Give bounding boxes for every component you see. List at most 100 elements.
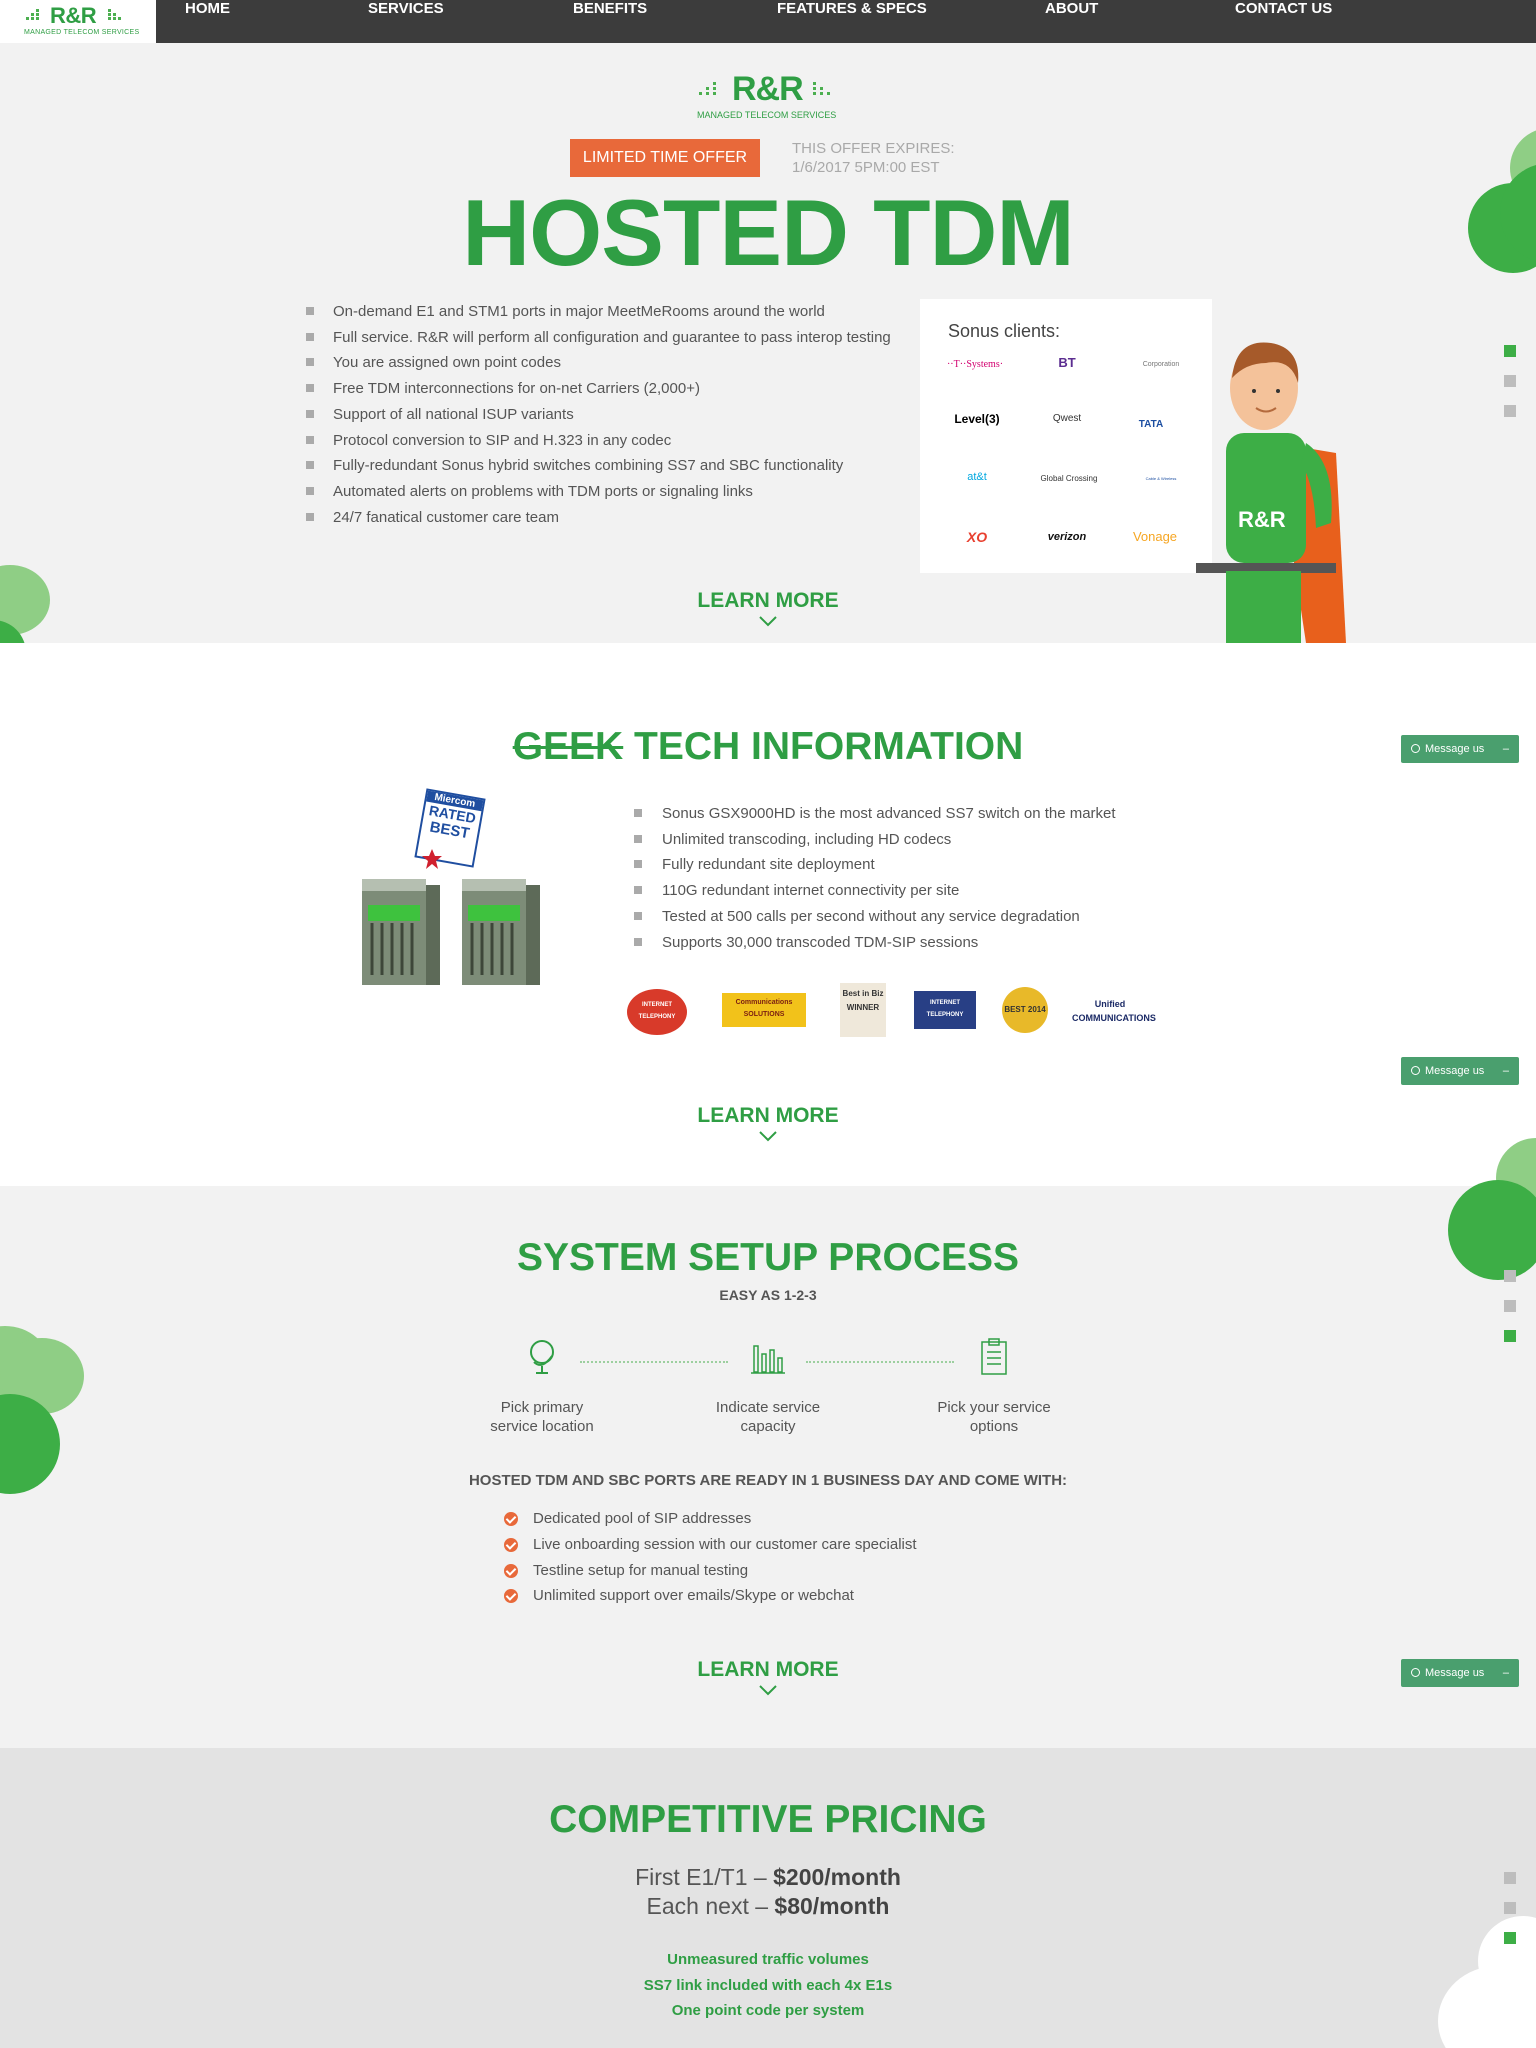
award-badge: INTERNET TELEPHONY bbox=[914, 991, 976, 1029]
hero-feature-list: On-demand E1 and STM1 ports in major Mee… bbox=[306, 299, 926, 530]
section-nav-dot[interactable] bbox=[1504, 1270, 1516, 1282]
limited-time-offer-button[interactable]: LIMITED TIME OFFER bbox=[570, 139, 760, 177]
section-nav-dot[interactable] bbox=[1504, 1902, 1516, 1914]
offer-expiry-label: THIS OFFER EXPIRES: bbox=[792, 140, 955, 157]
price-value: $80/month bbox=[774, 1893, 890, 1919]
list-item: Fully-redundant Sonus hybrid switches co… bbox=[306, 453, 926, 479]
list-item: Dedicated pool of SIP addresses bbox=[504, 1506, 917, 1532]
qwest-logo: Qwest bbox=[1052, 413, 1082, 424]
minimize-icon[interactable]: – bbox=[1503, 1659, 1509, 1687]
list-item: Support of all national ISUP variants bbox=[306, 402, 926, 428]
nav-features-specs[interactable]: FEATURES & SPECS bbox=[777, 0, 927, 43]
level3-logo: Level(3) bbox=[954, 412, 1000, 426]
list-item: Full service. R&R will perform all confi… bbox=[306, 325, 926, 351]
list-item: Protocol conversion to SIP and H.323 in … bbox=[306, 428, 926, 454]
tech-info-section: GEEK TECH INFORMATION Miercom RATED BEST bbox=[0, 643, 1536, 1186]
list-item: Unlimited transcoding, including HD code… bbox=[634, 827, 1194, 853]
att-logo: at&t bbox=[967, 471, 987, 483]
nav-logo-subtitle: MANAGED TELECOM SERVICES bbox=[24, 29, 140, 36]
list-item-label: Testline setup for manual testing bbox=[533, 1561, 749, 1579]
section-nav-dot[interactable] bbox=[1504, 1300, 1516, 1312]
list-item: Sonus GSX9000HD is the most advanced SS7… bbox=[634, 801, 1194, 827]
check-icon bbox=[504, 1537, 518, 1552]
price-line-first: First E1/T1 – $200/month bbox=[0, 1863, 1536, 1892]
vonage-logo: Vonage bbox=[1132, 529, 1178, 544]
award-badge: Communications SOLUTIONS bbox=[722, 993, 806, 1027]
list-item-label: Live onboarding session with our custome… bbox=[533, 1535, 917, 1553]
check-icon bbox=[504, 1563, 518, 1578]
message-us-widget[interactable]: Message us – bbox=[1401, 735, 1519, 763]
list-item: Live onboarding session with our custome… bbox=[504, 1532, 917, 1558]
award-badge: BEST 2014 bbox=[1002, 987, 1048, 1033]
list-item-label: Unlimited support over emails/Skype or w… bbox=[533, 1587, 854, 1605]
list-item: 24/7 fanatical customer care team bbox=[306, 505, 926, 531]
price-line-next: Each next – $80/month bbox=[0, 1892, 1536, 1921]
step-label-line: Pick primary bbox=[500, 1399, 584, 1416]
list-item: 110G redundant internet connectivity per… bbox=[634, 878, 1194, 904]
minimize-icon[interactable]: – bbox=[1503, 735, 1509, 763]
section-nav-dot[interactable] bbox=[1504, 375, 1516, 387]
chevron-down-icon bbox=[759, 1131, 777, 1142]
tata-logo: TATA bbox=[1138, 419, 1164, 430]
chevron-down-icon bbox=[759, 1685, 777, 1696]
bt-logo: BT bbox=[1058, 355, 1076, 370]
top-nav: R&R MANAGED TELECOM SERVICES HOME SERVIC… bbox=[0, 0, 1536, 43]
ready-heading: HOSTED TDM AND SBC PORTS ARE READY IN 1 … bbox=[468, 1472, 1068, 1489]
tech-feature-list: Sonus GSX9000HD is the most advanced SS7… bbox=[634, 801, 1194, 955]
corporation-logo: Corporation bbox=[1142, 361, 1180, 368]
pricing-feature: One point code per system bbox=[671, 2002, 865, 2019]
award-badge: INTERNET TELEPHONY bbox=[627, 989, 687, 1035]
logo-dots-left bbox=[26, 9, 46, 23]
check-icon bbox=[504, 1512, 518, 1526]
nav-contact-us[interactable]: CONTACT US bbox=[1235, 0, 1332, 43]
page-title: HOSTED TDM bbox=[462, 180, 1074, 285]
offer-expiry-date: 1/6/2017 5PM:00 EST bbox=[792, 159, 940, 176]
setup-learn-more[interactable]: LEARN MORE bbox=[0, 1658, 1536, 1696]
step-1-label: Pick primary service location bbox=[452, 1398, 632, 1436]
list-item: Unlimited support over emails/Skype or w… bbox=[504, 1583, 917, 1609]
hero-learn-more[interactable]: LEARN MORE bbox=[0, 589, 1536, 627]
price-prefix: First E1/T1 – bbox=[635, 1864, 774, 1890]
section-nav-dot[interactable] bbox=[1504, 1932, 1516, 1944]
list-item: Free TDM interconnections for on-net Car… bbox=[306, 376, 926, 402]
message-us-widget[interactable]: Message us – bbox=[1401, 1057, 1519, 1085]
section-nav-dot[interactable] bbox=[1504, 1330, 1516, 1342]
pricing-lines: First E1/T1 – $200/month Each next – $80… bbox=[0, 1863, 1536, 1921]
nav-benefits[interactable]: BENEFITS bbox=[573, 0, 647, 43]
message-us-label: Message us bbox=[1425, 743, 1485, 755]
step-label-line: Indicate service bbox=[715, 1399, 821, 1416]
chat-status-icon bbox=[1411, 1668, 1420, 1677]
verizon-logo: verizon bbox=[1047, 531, 1087, 543]
tech-section-title: GEEK TECH INFORMATION bbox=[0, 725, 1536, 769]
nav-home[interactable]: HOME bbox=[185, 0, 230, 43]
list-item: Testline setup for manual testing bbox=[504, 1558, 917, 1584]
hero-logo-subtitle: MANAGED TELECOM SERVICES bbox=[697, 110, 837, 120]
learn-more-label: LEARN MORE bbox=[697, 1658, 839, 1681]
award-badge: Best in Biz WINNER bbox=[840, 983, 886, 1037]
tech-learn-more[interactable]: LEARN MORE bbox=[0, 1104, 1536, 1142]
server-racks-illustration bbox=[362, 879, 540, 985]
chat-status-icon bbox=[1411, 1066, 1420, 1075]
section-nav-dot[interactable] bbox=[1504, 1872, 1516, 1884]
pricing-section-title: COMPETITIVE PRICING bbox=[549, 1798, 987, 1841]
step-2-label: Indicate service capacity bbox=[678, 1398, 858, 1436]
message-us-widget[interactable]: Message us – bbox=[1401, 1659, 1519, 1687]
nav-logo[interactable]: R&R MANAGED TELECOM SERVICES bbox=[0, 0, 156, 43]
section-nav-dot[interactable] bbox=[1504, 405, 1516, 417]
minimize-icon[interactable]: – bbox=[1503, 1057, 1509, 1085]
hero-logo: R&R MANAGED TELECOM SERVICES bbox=[697, 70, 842, 120]
learn-more-label: LEARN MORE bbox=[697, 589, 839, 612]
list-item-label: Dedicated pool of SIP addresses bbox=[533, 1510, 752, 1527]
mascot-shirt-logo: R&R bbox=[1238, 507, 1286, 532]
title-rest: TECH INFORMATION bbox=[623, 725, 1024, 768]
logo-dots-right bbox=[108, 9, 128, 23]
pricing-features: Unmeasured traffic volumes SS7 link incl… bbox=[0, 1947, 1536, 2024]
list-item: Automated alerts on problems with TDM po… bbox=[306, 479, 926, 505]
setup-section-title: SYSTEM SETUP PROCESS bbox=[516, 1236, 1020, 1279]
nav-services[interactable]: SERVICES bbox=[368, 0, 444, 43]
hero-logo-text: R&R bbox=[732, 70, 804, 108]
nav-about[interactable]: ABOUT bbox=[1045, 0, 1098, 43]
section-nav-dot[interactable] bbox=[1504, 345, 1516, 357]
step-label-line: options bbox=[969, 1418, 1019, 1435]
check-icon bbox=[504, 1589, 518, 1604]
